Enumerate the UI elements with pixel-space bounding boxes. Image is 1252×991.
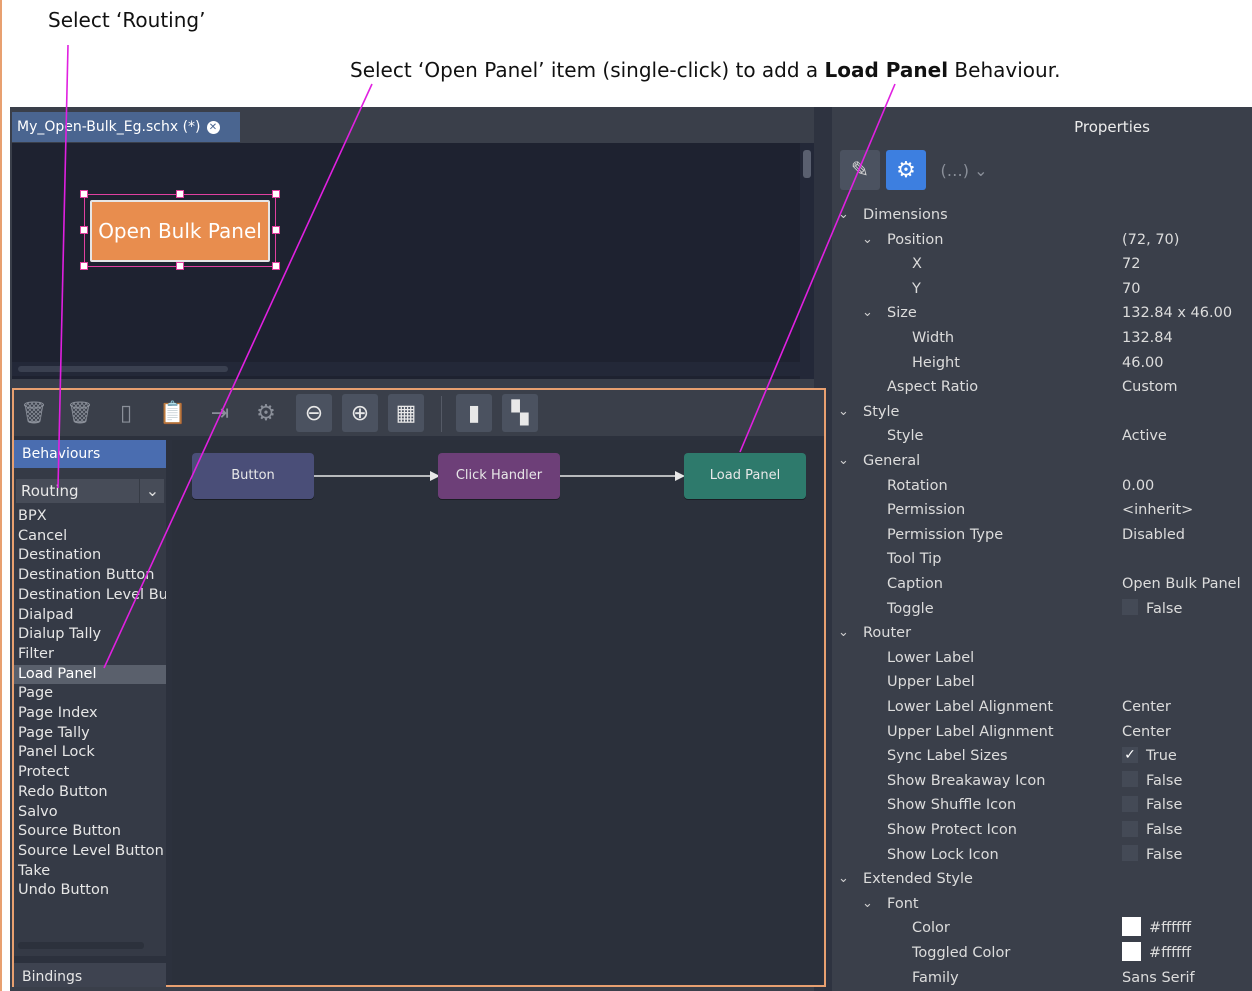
annotation-lines <box>57 44 896 669</box>
